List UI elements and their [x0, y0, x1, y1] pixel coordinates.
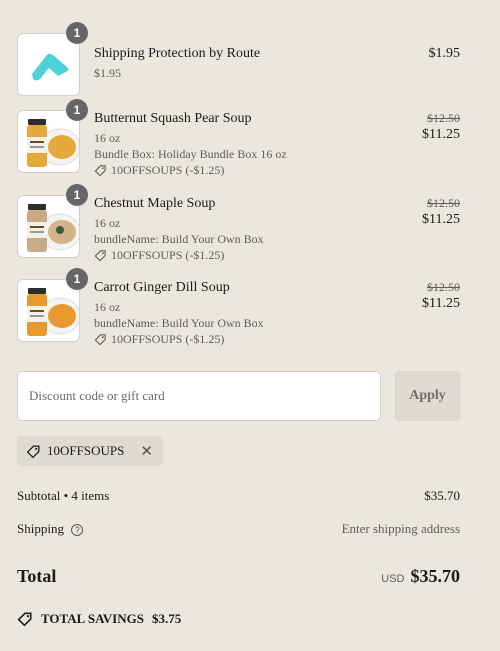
item-price: $11.25 [422, 212, 460, 227]
item-name: Chestnut Maple Soup [94, 196, 216, 211]
item-detail: bundleName: Build Your Own Box [94, 316, 264, 330]
tag-icon [26, 445, 40, 458]
item-discount: 10OFFSOUPS (-$1.25) [94, 163, 354, 178]
shipping-row: Shipping ? Enter shipping address [17, 520, 460, 538]
item-price: $1.95 [428, 46, 461, 61]
discount-text: 10OFFSOUPS (-$1.25) [111, 163, 225, 177]
tag-icon [94, 165, 106, 177]
line-item: 1 Shipping Protection by Route $1.95 $1.… [17, 22, 461, 96]
currency-code: USD [381, 572, 405, 585]
total-label: Total [17, 565, 57, 586]
line-item: 1 Carrot Ginger Dill Soup 16 oz bundleNa… [17, 268, 460, 349]
item-name: Carrot Ginger Dill Soup [94, 280, 230, 295]
item-price: $11.25 [422, 296, 460, 311]
applied-discount-chip: 10OFFSOUPS ✕ [17, 436, 163, 466]
discount-form: Apply [17, 371, 460, 421]
total-group: USD $35.70 [381, 566, 460, 587]
item-name: Shipping Protection by Route [94, 46, 261, 61]
shipping-value: Enter shipping address [341, 521, 460, 536]
quantity-badge: 1 [66, 99, 88, 121]
item-detail: bundleName: Build Your Own Box [94, 232, 264, 246]
item-detail: $1.95 [94, 66, 121, 80]
total-row: Total USD $35.70 [17, 564, 460, 588]
item-detail: 16 oz [94, 216, 121, 230]
subtotal-label: Subtotal • 4 items [17, 488, 110, 503]
tag-icon [94, 250, 106, 262]
soup-jar-icon [27, 119, 79, 167]
quantity-badge: 1 [66, 22, 88, 44]
savings-label: TOTAL SAVINGS [41, 611, 144, 626]
item-detail: 16 oz [94, 300, 121, 314]
discount-text: 10OFFSOUPS (-$1.25) [111, 332, 225, 346]
help-icon[interactable]: ? [71, 524, 84, 537]
item-price: $11.25 [422, 127, 460, 142]
original-price: $12.50 [427, 111, 460, 125]
original-price: $12.50 [427, 280, 460, 294]
quantity-badge: 1 [66, 184, 88, 206]
line-item: 1 Chestnut Maple Soup 16 oz bundleName: … [17, 184, 460, 265]
soup-jar-icon [27, 204, 79, 252]
total-value: $35.70 [410, 565, 461, 586]
soup-jar-icon [27, 288, 79, 336]
savings-tag-icon [17, 612, 32, 627]
line-item: 1 Butternut Squash Pear Soup 16 oz Bundl… [17, 99, 460, 180]
item-name: Butternut Squash Pear Soup [94, 111, 252, 126]
shipping-label-group: Shipping ? [17, 521, 84, 537]
item-detail: 16 oz [94, 131, 121, 145]
discount-code-input[interactable] [17, 371, 381, 421]
quantity-badge: 1 [66, 268, 88, 290]
shipping-label: Shipping [17, 521, 64, 536]
total-savings: TOTAL SAVINGS $3.75 [17, 611, 181, 627]
route-logo-icon [32, 53, 69, 81]
item-detail: Bundle Box: Holiday Bundle Box 16 oz [94, 147, 287, 161]
subtotal-value: $35.70 [424, 488, 460, 503]
original-price: $12.50 [427, 196, 460, 210]
item-discount: 10OFFSOUPS (-$1.25) [94, 332, 354, 347]
subtotal-row: Subtotal • 4 items $35.70 [17, 487, 460, 505]
tag-icon [94, 334, 106, 346]
remove-discount-icon[interactable]: ✕ [140, 443, 153, 459]
savings-value: $3.75 [151, 611, 182, 626]
apply-button[interactable]: Apply [395, 371, 460, 421]
item-discount: 10OFFSOUPS (-$1.25) [94, 248, 354, 263]
applied-code: 10OFFSOUPS [47, 443, 125, 458]
discount-text: 10OFFSOUPS (-$1.25) [111, 248, 225, 262]
